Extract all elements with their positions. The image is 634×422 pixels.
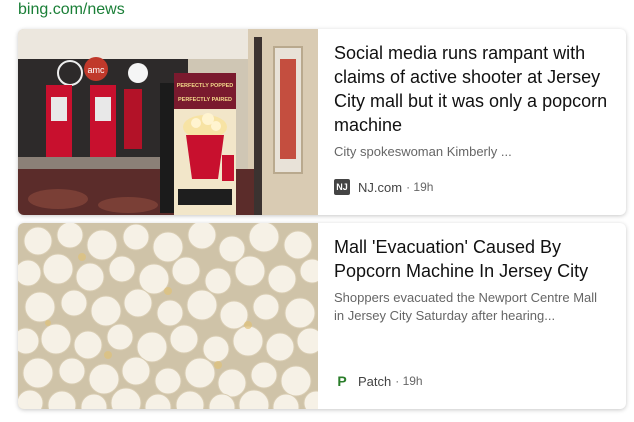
article-thumbnail[interactable]: amc PERFECTLY POPPED PERFECTLY PAIRED — [18, 29, 318, 215]
article-time: · 19h — [406, 180, 434, 194]
poster-bottom-text: PERFECTLY PAIRED — [178, 97, 232, 103]
news-card[interactable]: amc PERFECTLY POPPED PERFECTLY PAIRED So… — [18, 29, 626, 215]
card-body: Mall 'Evacuation' Caused By Popcorn Mach… — [318, 223, 626, 409]
article-headline[interactable]: Social media runs rampant with claims of… — [334, 41, 610, 137]
source-link[interactable]: bing.com/news — [18, 0, 125, 20]
poster-top-text: PERFECTLY POPPED — [177, 83, 234, 89]
publisher-name[interactable]: NJ.com — [358, 180, 402, 195]
article-meta: NJ NJ.com · 19h — [334, 179, 433, 195]
amc-logo-text: amc — [87, 65, 105, 75]
popcorn-image — [18, 223, 318, 409]
article-thumbnail[interactable] — [18, 223, 318, 409]
news-card[interactable]: Mall 'Evacuation' Caused By Popcorn Mach… — [18, 223, 626, 409]
article-snippet: Shoppers evacuated the Newport Centre Ma… — [334, 290, 598, 323]
publisher-name[interactable]: Patch — [358, 374, 391, 389]
article-headline[interactable]: Mall 'Evacuation' Caused By Popcorn Mach… — [334, 235, 610, 283]
theater-lobby-image: amc PERFECTLY POPPED PERFECTLY PAIRED — [18, 29, 318, 215]
patch-logo-icon: P — [337, 373, 347, 389]
card-body: Social media runs rampant with claims of… — [318, 29, 626, 215]
article-time: · 19h — [395, 374, 423, 388]
article-meta: P Patch · 19h — [334, 373, 423, 389]
nj-logo-icon: NJ — [334, 179, 350, 195]
article-snippet: City spokeswoman Kimberly ... — [334, 144, 512, 159]
